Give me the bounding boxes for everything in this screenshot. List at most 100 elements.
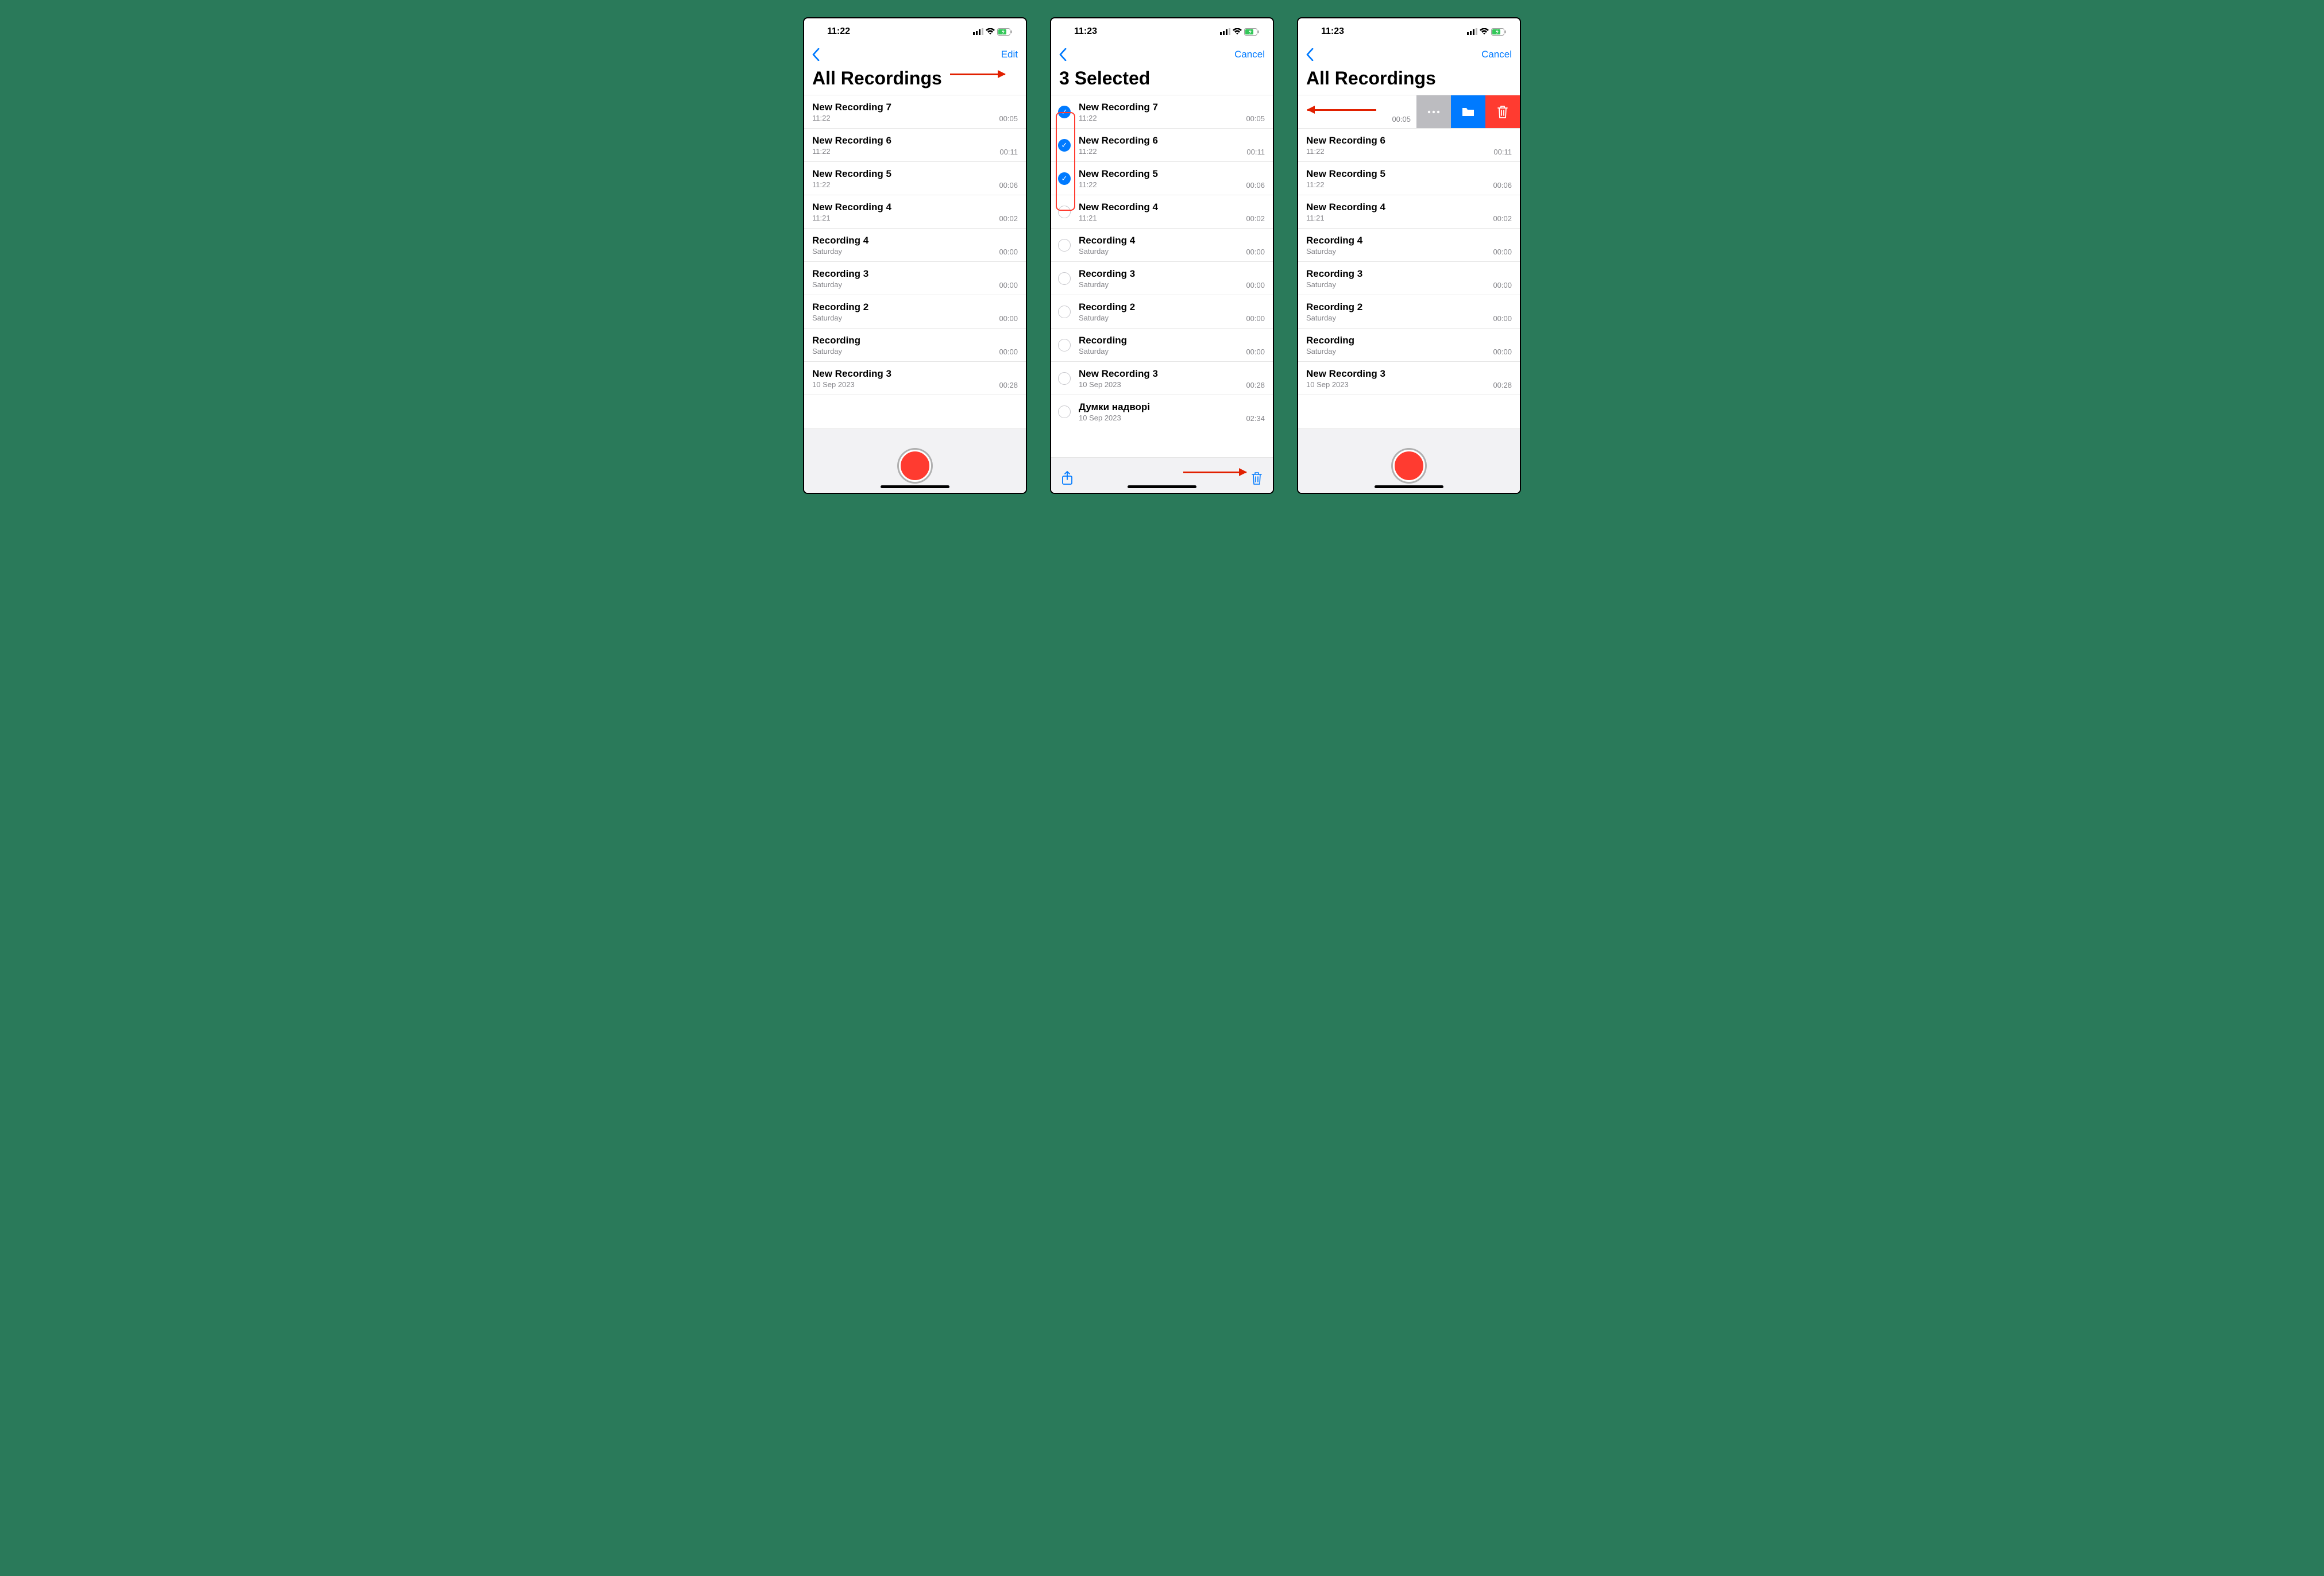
recording-title: New Recording 7: [812, 101, 999, 113]
recording-row-partial[interactable]: .: [804, 395, 1026, 405]
cellular-icon: [1467, 28, 1477, 35]
recording-duration: 00:11: [1246, 148, 1265, 156]
recording-title: Recording: [1306, 334, 1493, 346]
recording-subtitle: 11:22: [1079, 147, 1246, 156]
recording-row[interactable]: New Recording 611:2200:11: [804, 128, 1026, 161]
recording-row[interactable]: Recording 4Saturday00:00: [804, 228, 1026, 261]
recording-subtitle: 10 Sep 2023: [812, 380, 999, 389]
recording-subtitle: 10 Sep 2023: [1079, 380, 1246, 389]
recording-subtitle: Saturday: [812, 314, 999, 322]
recordings-list[interactable]: 00:05 New Recording 611:2200:11 New Reco…: [1298, 95, 1520, 428]
back-button[interactable]: [812, 48, 820, 61]
select-checkbox[interactable]: ✓: [1058, 139, 1071, 152]
select-checkbox[interactable]: [1058, 206, 1071, 218]
phone-screen-3: 11:23 Cancel All Recordings 00:05: [1297, 17, 1521, 494]
swipe-more-button[interactable]: [1416, 95, 1451, 128]
select-checkbox[interactable]: [1058, 339, 1071, 351]
select-checkbox[interactable]: [1058, 306, 1071, 318]
recording-row[interactable]: Думки надворі10 Sep 202302:34: [1051, 395, 1273, 428]
home-indicator[interactable]: [1375, 485, 1443, 488]
recording-row[interactable]: Recording 2Saturday00:00: [1298, 295, 1520, 328]
recording-duration: 00:00: [1493, 281, 1512, 289]
home-indicator[interactable]: [881, 485, 949, 488]
select-checkbox[interactable]: ✓: [1058, 172, 1071, 185]
ellipsis-icon: [1427, 110, 1441, 114]
recording-row[interactable]: New Recording 611:2200:11: [1298, 128, 1520, 161]
recording-row[interactable]: New Recording 411:2100:02: [1298, 195, 1520, 228]
nav-bar: Cancel: [1298, 45, 1520, 64]
recording-title: New Recording 4: [812, 201, 999, 213]
recording-row[interactable]: Recording 2Saturday00:00: [1051, 295, 1273, 328]
select-checkbox[interactable]: [1058, 405, 1071, 418]
nav-bar: Edit: [804, 45, 1026, 64]
swipe-move-button[interactable]: [1451, 95, 1485, 128]
recording-row[interactable]: RecordingSaturday00:00: [1051, 328, 1273, 361]
cancel-button[interactable]: Cancel: [1481, 49, 1512, 60]
recording-duration: 00:00: [999, 314, 1018, 323]
cellular-icon: [1220, 28, 1230, 35]
recording-title: Recording 3: [1306, 268, 1493, 280]
recording-row[interactable]: New Recording 310 Sep 202300:28: [1051, 361, 1273, 395]
recording-row[interactable]: RecordingSaturday00:00: [1298, 328, 1520, 361]
status-time: 11:23: [1074, 26, 1097, 37]
recording-duration: 00:00: [999, 347, 1018, 356]
recording-row[interactable]: Recording 3Saturday00:00: [1298, 261, 1520, 295]
recording-subtitle: 11:21: [812, 214, 999, 222]
home-indicator[interactable]: [1128, 485, 1196, 488]
recording-subtitle: Saturday: [1306, 347, 1493, 356]
recording-row[interactable]: New Recording 310 Sep 202300:28: [1298, 361, 1520, 395]
record-button[interactable]: [1393, 450, 1425, 482]
recording-row[interactable]: New Recording 411:2100:02: [804, 195, 1026, 228]
record-button[interactable]: [899, 450, 931, 482]
recording-title: Recording 4: [1306, 234, 1493, 246]
recording-row-swiped[interactable]: 00:05: [1298, 95, 1520, 128]
recording-row[interactable]: RecordingSaturday00:00: [804, 328, 1026, 361]
select-checkbox[interactable]: [1058, 239, 1071, 252]
folder-icon: [1461, 106, 1475, 118]
recording-title: New Recording 6: [1306, 134, 1493, 146]
recording-subtitle: 11:22: [812, 114, 999, 122]
status-icons: [973, 28, 1012, 36]
recording-duration: 00:00: [1246, 347, 1265, 356]
recording-row[interactable]: ✓New Recording 511:2200:06: [1051, 161, 1273, 195]
edit-toolbar: [1051, 457, 1273, 493]
recording-row[interactable]: New Recording 711:2200:05: [804, 95, 1026, 128]
record-dock: [1298, 428, 1520, 493]
status-time: 11:23: [1321, 26, 1344, 37]
recording-row[interactable]: Recording 4Saturday00:00: [1051, 228, 1273, 261]
recording-row[interactable]: New Recording 511:2200:06: [804, 161, 1026, 195]
share-button[interactable]: [1061, 471, 1073, 486]
recording-row[interactable]: New Recording 511:2200:06: [1298, 161, 1520, 195]
status-time: 11:22: [827, 26, 850, 37]
back-button[interactable]: [1306, 48, 1314, 61]
back-button[interactable]: [1059, 48, 1067, 61]
recording-row[interactable]: ✓New Recording 611:2200:11: [1051, 128, 1273, 161]
recording-row-content[interactable]: 00:05: [1298, 95, 1416, 128]
recording-subtitle: Saturday: [812, 247, 999, 256]
recording-duration: 00:11: [1493, 148, 1512, 156]
recording-subtitle: 11:22: [812, 180, 999, 189]
select-checkbox[interactable]: ✓: [1058, 106, 1071, 118]
recording-row[interactable]: New Recording 411:2100:02: [1051, 195, 1273, 228]
recording-title: Recording: [1079, 334, 1246, 346]
cancel-button[interactable]: Cancel: [1234, 49, 1265, 60]
swipe-delete-button[interactable]: [1485, 95, 1520, 128]
recording-subtitle: Saturday: [1306, 247, 1493, 256]
recording-row[interactable]: Recording 3Saturday00:00: [1051, 261, 1273, 295]
recording-row[interactable]: ✓New Recording 711:2200:05: [1051, 95, 1273, 128]
recording-subtitle: Saturday: [812, 280, 999, 289]
recording-duration: 00:05: [1392, 115, 1411, 123]
recordings-list[interactable]: ✓New Recording 711:2200:05 ✓New Recordin…: [1051, 95, 1273, 457]
recording-row-partial[interactable]: .: [1298, 395, 1520, 405]
recording-row[interactable]: Recording 3Saturday00:00: [804, 261, 1026, 295]
recording-subtitle: Saturday: [1306, 314, 1493, 322]
recording-row[interactable]: New Recording 310 Sep 202300:28: [804, 361, 1026, 395]
recording-row[interactable]: Recording 2Saturday00:00: [804, 295, 1026, 328]
recordings-list[interactable]: New Recording 711:2200:05 New Recording …: [804, 95, 1026, 428]
edit-button[interactable]: Edit: [1001, 49, 1018, 60]
recording-duration: 00:00: [999, 248, 1018, 256]
recording-row[interactable]: Recording 4Saturday00:00: [1298, 228, 1520, 261]
select-checkbox[interactable]: [1058, 372, 1071, 385]
select-checkbox[interactable]: [1058, 272, 1071, 285]
delete-button[interactable]: [1251, 472, 1263, 485]
